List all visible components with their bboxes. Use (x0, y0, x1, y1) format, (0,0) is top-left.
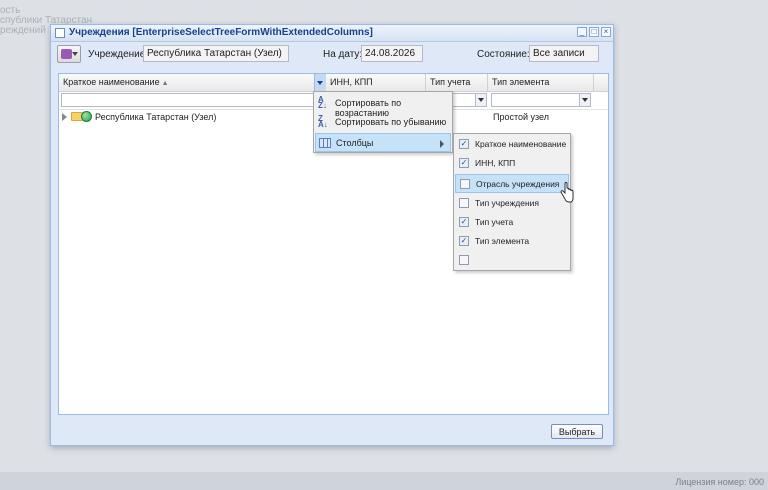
status-bar: Лицензия номер: 000 (0, 472, 768, 490)
column-toggle-industry[interactable]: Отрасль учреждения (455, 174, 569, 193)
row-name: Республика Татарстан (Узел) (95, 112, 217, 122)
org-field[interactable]: Республика Татарстан (Узел) (143, 45, 289, 62)
maximize-icon[interactable]: □ (589, 27, 599, 37)
close-icon[interactable]: × (601, 27, 611, 37)
date-label: На дату: (323, 49, 363, 60)
chevron-right-icon (440, 140, 444, 148)
window-titlebar[interactable]: Учреждения [EnterpriseSelectTreeFormWith… (51, 25, 613, 42)
minimize-icon[interactable]: _ (577, 27, 587, 37)
checkbox-checked-icon[interactable]: ✓ (459, 217, 469, 227)
checkbox-checked-icon[interactable]: ✓ (459, 158, 469, 168)
grid-header: Краткое наименование ▲ ИНН, КПП Тип учета… (59, 74, 608, 92)
window-icon (55, 28, 65, 38)
menu-item-columns[interactable]: Столбцы (315, 133, 451, 152)
sort-asc-icon: A Z↓ (318, 95, 327, 110)
actions-menu-button[interactable] (57, 45, 81, 63)
columns-icon (319, 138, 331, 148)
column-toggle-label: Тип учета (475, 217, 514, 227)
row-element-type: Простой узел (493, 112, 550, 122)
column-header-name[interactable]: Краткое наименование ▲ (59, 74, 316, 91)
chevron-down-icon[interactable] (475, 94, 486, 106)
menu-item-sort-desc[interactable]: Z A↓ Сортировать по убыванию (315, 113, 451, 132)
actions-icon (61, 49, 72, 59)
sort-asc-icon: ▲ (161, 80, 169, 87)
hand-cursor-icon (560, 182, 574, 203)
column-toggle-institution-type[interactable]: Тип учреждения (455, 194, 569, 213)
column-header-label: Краткое наименование (63, 77, 160, 87)
window-title: Учреждения [EnterpriseSelectTreeFormWith… (69, 27, 373, 38)
menu-item-sort-asc[interactable]: A Z↓ Сортировать по возрастанию (315, 94, 451, 119)
column-header-element-type[interactable]: Тип элемента (488, 74, 594, 91)
element-type-filter[interactable] (491, 93, 591, 107)
column-toggle-label: Краткое наименование (475, 139, 567, 149)
column-toggle-label: ИНН, КПП (475, 158, 516, 168)
state-field[interactable]: Все записи (529, 45, 599, 62)
menu-item-label: Сортировать по убыванию (335, 117, 447, 127)
name-filter-input[interactable] (61, 93, 323, 107)
column-header-inn[interactable]: ИНН, КПП (326, 74, 426, 91)
column-toggle-account-type[interactable]: ✓ Тип учета (455, 213, 569, 232)
column-header-label: ИНН, КПП (330, 77, 373, 87)
bg-line-3: реждений (0, 25, 46, 36)
column-toggle-element-type[interactable]: ✓ Тип элемента (455, 232, 569, 251)
column-menu-trigger[interactable] (314, 74, 326, 91)
columns-submenu: ✓ Краткое наименование ✓ ИНН, КПП Отрасл… (453, 133, 571, 271)
checkbox-icon[interactable] (460, 179, 470, 189)
checkbox-checked-icon[interactable]: ✓ (459, 236, 469, 246)
sort-desc-icon: Z A↓ (318, 114, 328, 129)
column-toggle-label: Тип элемента (475, 236, 530, 246)
column-header-label: Тип элемента (492, 77, 550, 87)
expand-icon[interactable] (62, 113, 67, 121)
column-header-account-type[interactable]: Тип учета (426, 74, 488, 91)
column-toggle-label: Тип учреждения (475, 198, 539, 208)
column-header-label: Тип учета (430, 77, 471, 87)
column-toggle-inn[interactable]: ✓ ИНН, КПП (455, 154, 569, 173)
chevron-down-icon[interactable] (579, 94, 590, 106)
column-menu: A Z↓ Сортировать по возрастанию Z A↓ Сорти… (313, 91, 453, 153)
column-toggle-name[interactable]: ✓ Краткое наименование (455, 135, 569, 154)
state-label: Состояние: (477, 49, 530, 60)
chevron-down-icon (72, 52, 78, 56)
checkbox-icon[interactable] (459, 255, 469, 265)
date-field[interactable]: 24.08.2026 (361, 45, 423, 62)
menu-item-label: Столбцы (336, 138, 374, 148)
checkbox-checked-icon[interactable]: ✓ (459, 139, 469, 149)
checkbox-icon[interactable] (459, 198, 469, 208)
column-toggle-label: Отрасль учреждения (476, 179, 560, 189)
select-button[interactable]: Выбрать (551, 424, 603, 439)
license-text: Лицензия номер: 000 (675, 477, 764, 487)
filter-toolbar: Учреждение: Республика Татарстан (Узел) … (57, 45, 607, 67)
globe-icon (81, 111, 92, 122)
org-label: Учреждение: (88, 49, 149, 60)
column-toggle-unnamed[interactable] (455, 251, 569, 270)
